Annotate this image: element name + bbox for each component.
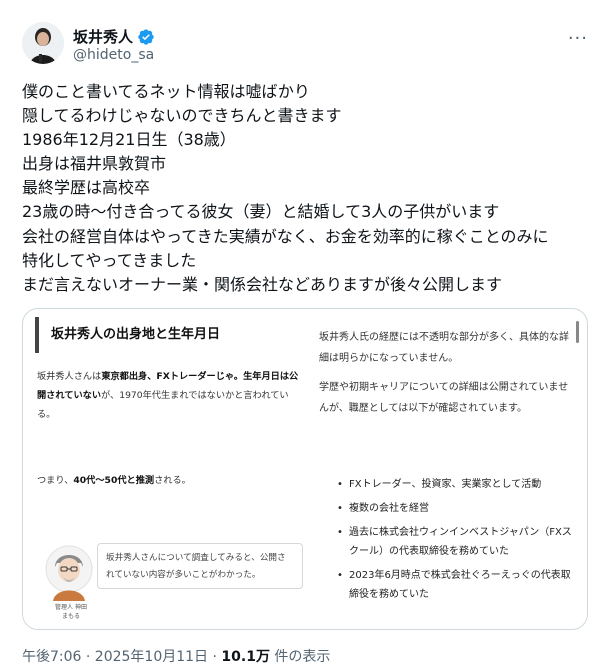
timestamp[interactable]: 午後7:06 · 2025年10月11日 ·: [22, 649, 221, 665]
display-name[interactable]: 坂井秀人: [73, 26, 133, 47]
career-intro: 坂井秀人氏の経歴には不透明な部分が多く、具体的な詳細は明らかになっていません。: [319, 332, 569, 364]
image-scrollbar: [576, 321, 579, 343]
intro-paragraph: 坂井秀人さんは東京都出身、FXトレーダーじゃ。生年月日は公開されていないが、19…: [37, 367, 299, 424]
career-list-item: FXトレーダー、投資家、実業家として活動: [337, 475, 577, 494]
attached-image[interactable]: 坂井秀人の出身地と生年月日 坂井秀人さんは東京都出身、FXトレーダーじゃ。生年月…: [22, 308, 588, 630]
career-detail: 学歴や初期キャリアについての詳細は公開されていませんが、職歴としては以下が確認さ…: [319, 382, 569, 414]
estimate-text-c: される。: [154, 475, 191, 486]
tweet-line: 隠してるわけじゃないのできちんと書きます: [22, 106, 342, 126]
section-heading-text: 坂井秀人の出身地と生年月日: [51, 327, 221, 342]
career-list-item: 2023年6月時点で株式会社ぐろーえっぐの代表取締役を務めていた: [337, 566, 577, 604]
estimate-paragraph: つまり、40代〜50代と推測される。: [37, 471, 299, 490]
intro-text-a: 坂井秀人さんは: [37, 371, 102, 382]
name-row: 坂井秀人: [73, 26, 155, 47]
tweet-line: 出身は福井県敦賀市: [22, 154, 167, 174]
verified-badge-icon: [138, 28, 154, 45]
tweet-line: まだ言えないオーナー業・関係会社などありますが後々公開します: [22, 274, 503, 294]
tweet-line: 僕のこと書いてるネット情報は嘘ばかり: [22, 82, 310, 101]
tweet-line: 23歳の時〜付き合ってる彼女（妻）と結婚して3人の子供がいます: [22, 202, 500, 222]
image-right-column: 坂井秀人氏の経歴には不透明な部分が多く、具体的な詳細は明らかになっていません。 …: [319, 309, 581, 629]
admin-caption-line2: まもる: [61, 613, 80, 620]
image-left-column: 坂井秀人の出身地と生年月日 坂井秀人さんは東京都出身、FXトレーダーじゃ。生年月…: [35, 309, 307, 629]
tweet-line: 最終学歴は高校卒: [22, 178, 151, 198]
section-heading: 坂井秀人の出身地と生年月日: [35, 317, 299, 353]
view-count-suffix: 件の表示: [269, 649, 331, 665]
estimate-text-bold: 40代〜50代と推測: [73, 475, 155, 486]
tweet-line: 特化してやってきました: [22, 250, 197, 270]
admin-caption-line1: 管理人 神田: [55, 604, 87, 611]
career-list-item: 過去に株式会社ウィンインベストジャパン（FXスクール）の代表取締役を務めていた: [337, 523, 577, 561]
avatar-photo-icon: [22, 22, 64, 64]
view-count[interactable]: 10.1万: [221, 649, 270, 665]
tweet-body: 僕のこと書いてるネット情報は嘘ばかり 隠してるわけじゃないのできちんと書きます …: [22, 80, 592, 297]
tweet-line: 1986年12月21日生（38歳）: [22, 130, 236, 150]
career-list-item: 複数の会社を経営: [337, 499, 577, 518]
career-list: FXトレーダー、投資家、実業家として活動 複数の会社を経営 過去に株式会社ウィン…: [337, 475, 577, 609]
speech-bubble: 坂井秀人さんについて調査してみると、公開されていない内容が多いことがわかった。: [97, 543, 303, 589]
admin-character-icon: [45, 545, 93, 601]
more-dots-icon[interactable]: ···: [568, 28, 588, 49]
tweet-meta: 午後7:06 · 2025年10月11日 · 10.1万 件の表示: [22, 646, 330, 666]
tweet-header: 坂井秀人 @hideto_sa ···: [22, 22, 592, 70]
avatar[interactable]: [22, 22, 64, 64]
estimate-text-a: つまり、: [37, 475, 74, 486]
admin-caption: 管理人 神田 まもる: [43, 603, 99, 621]
tweet-line: 会社の経営自体はやってきた実績がなく、お金を効率的に稼ぐことのみに: [22, 226, 549, 246]
user-handle[interactable]: @hideto_sa: [73, 47, 154, 63]
